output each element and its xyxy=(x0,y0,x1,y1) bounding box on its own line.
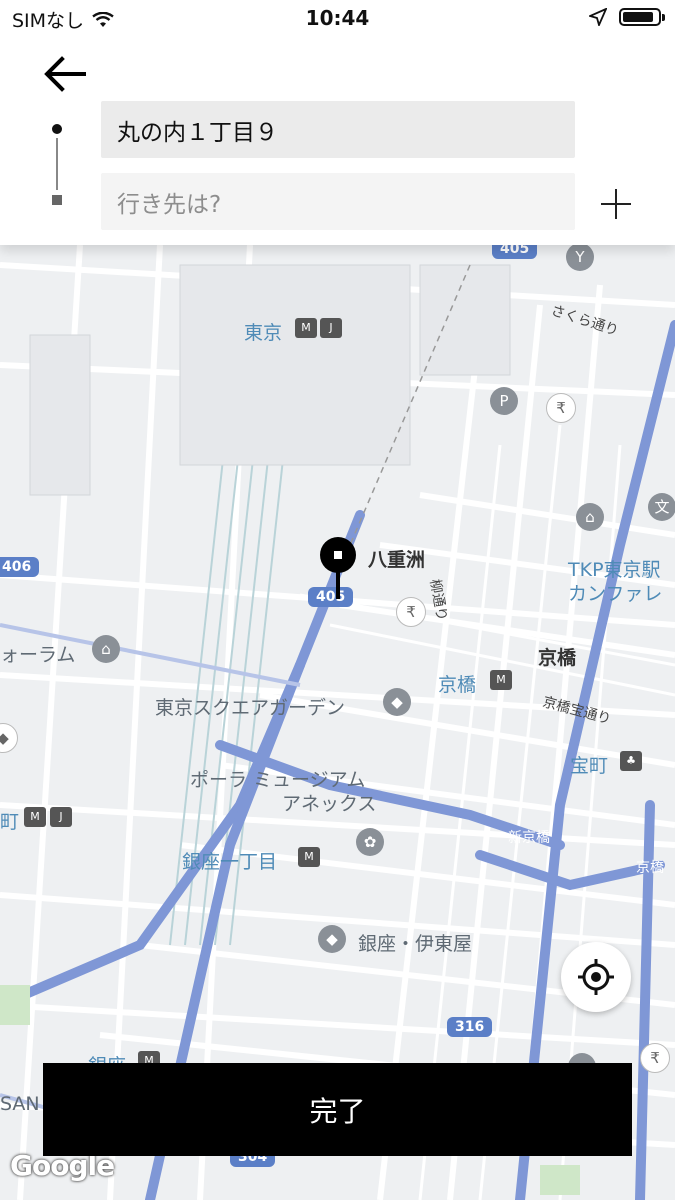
map-label-shin-kyobashi: 新京橋 xyxy=(508,830,550,846)
current-location-button[interactable] xyxy=(561,942,631,1012)
train-icon: J xyxy=(50,807,72,827)
gallery-icon: ✿ xyxy=(356,828,384,856)
map-label-tokyo-station: 東京 xyxy=(244,322,283,344)
shopping-icon: ◆ xyxy=(383,688,411,716)
route-shield: 316 xyxy=(447,1017,493,1037)
language-icon: 文 xyxy=(648,493,675,521)
route-header: 丸の内１丁目９ 行き先は? xyxy=(0,38,675,245)
shopping-icon: ◆ xyxy=(318,925,346,953)
map-label-takaracho: 宝町 xyxy=(570,755,609,777)
status-right xyxy=(589,8,665,26)
map-label-kyobashi-right: 京橋 xyxy=(636,860,664,876)
map-label-tkp-line1: TKP東京駅 xyxy=(568,559,661,581)
pickup-pin[interactable] xyxy=(320,537,356,599)
destination-placeholder: 行き先は? xyxy=(117,191,222,218)
clock: 10:44 xyxy=(305,6,370,30)
status-bar: SIMなし 10:44 xyxy=(0,0,675,38)
pickup-dot-icon xyxy=(52,124,62,134)
route-shield: 405 xyxy=(308,587,354,607)
map-label-pola-line1: ポーラ ミュージアム xyxy=(190,769,366,791)
train-icon: J xyxy=(320,318,342,338)
temple-icon: ⌂ xyxy=(576,503,604,531)
route-connector xyxy=(56,138,58,190)
map-label-tkp-line2: カンファレ xyxy=(568,583,663,605)
bank-icon: ₹ xyxy=(396,597,426,627)
bank-icon: ₹ xyxy=(640,1043,670,1073)
museum-icon: ⌂ xyxy=(92,635,120,663)
bank-icon: ₹ xyxy=(546,393,576,423)
pickup-value: 丸の内１丁目９ xyxy=(117,119,278,146)
map-view[interactable]: 405 406 405 316 304 東京 M J さくら通り Y P ₹ ⌂… xyxy=(0,245,675,1200)
metro-icon: M xyxy=(490,670,512,690)
metro-icon: M xyxy=(298,847,320,867)
done-button-label: 完了 xyxy=(309,1095,366,1127)
map-label-machi-left: 町 xyxy=(0,811,20,833)
map-label-kyobashi-station: 京橋 xyxy=(438,674,477,696)
map-label-yaesu: 八重洲 xyxy=(368,549,426,571)
parking-icon: P xyxy=(490,387,518,415)
route-shield: 406 xyxy=(0,557,40,577)
metro-icon: M xyxy=(24,807,46,827)
map-label-tokyo-square-garden: 東京スクエアガーデン xyxy=(155,697,346,719)
back-arrow-icon[interactable] xyxy=(38,52,90,96)
map-label-forum: ォーラム xyxy=(0,644,76,666)
destination-field[interactable]: 行き先は? xyxy=(101,173,575,230)
battery-icon xyxy=(619,8,665,26)
destination-square-icon xyxy=(52,195,62,205)
pin-head xyxy=(320,537,356,573)
map-label-kyobashi-area: 京橋 xyxy=(538,647,577,669)
map-label-san: SAN xyxy=(0,1093,40,1115)
crosshair-icon xyxy=(578,959,614,995)
map-label-ginza-itchome: 銀座一丁目 xyxy=(182,851,278,873)
metro-icon: M xyxy=(295,318,317,338)
route-shield: 405 xyxy=(492,245,538,259)
location-arrow-icon xyxy=(589,8,607,26)
done-button[interactable]: 完了 xyxy=(43,1063,632,1156)
add-stop-icon[interactable] xyxy=(599,187,633,221)
tree-icon: ♣ xyxy=(620,751,642,771)
map-label-pola-line2: アネックス xyxy=(282,793,377,815)
pickup-field[interactable]: 丸の内１丁目９ xyxy=(101,101,575,158)
pin-stem xyxy=(336,571,340,599)
map-label-ginza-itoya: 銀座・伊東屋 xyxy=(358,933,473,955)
